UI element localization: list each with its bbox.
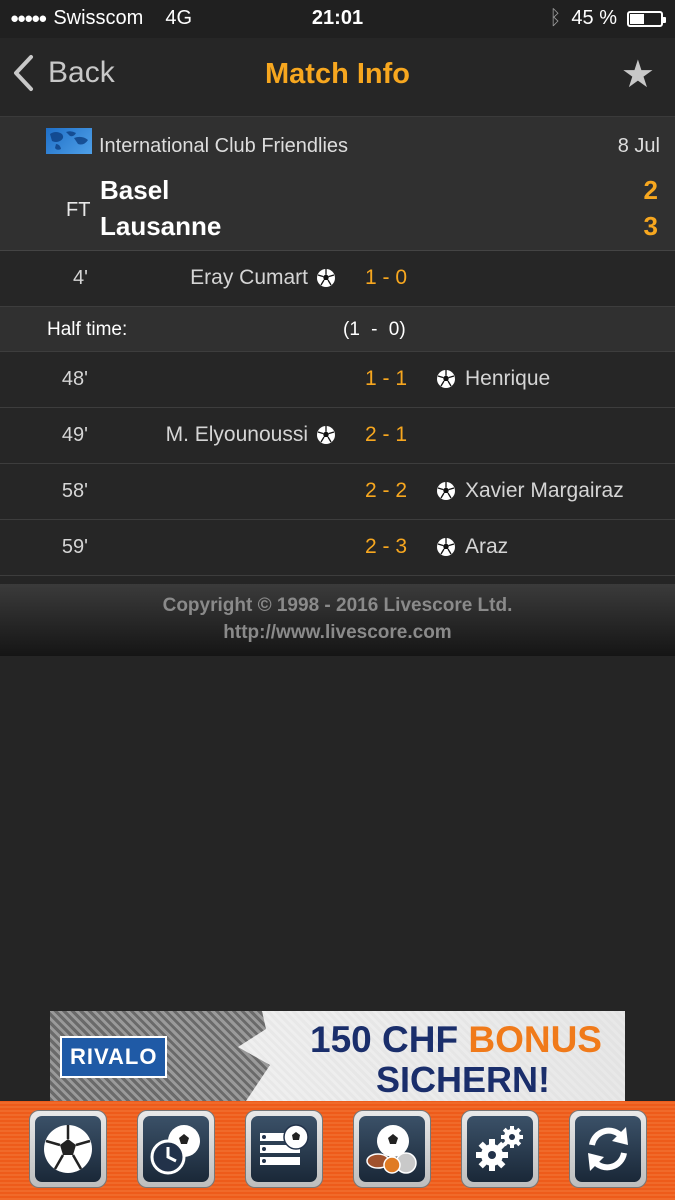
away-scorer: Araz <box>436 535 508 559</box>
event-row: 49' M. Elyounoussi 2 - 1 <box>0 408 675 464</box>
home-team-name: Basel <box>100 175 170 205</box>
ad-bonus-word: BONUS <box>468 1019 602 1060</box>
battery-icon <box>627 10 666 27</box>
ad-call-to-action: SICHERN! <box>376 1059 551 1100</box>
halftime-label: Half time: <box>47 319 128 340</box>
favorite-star-icon[interactable]: ★ <box>621 56 655 94</box>
event-minute: 59' <box>61 536 88 558</box>
match-header: International Club Friendlies 8 Jul FT B… <box>0 117 675 251</box>
running-score: 1 - 1 <box>364 367 408 390</box>
website-link[interactable]: http://www.livescore.com <box>0 622 675 644</box>
event-row: 59' 2 - 3 Araz <box>0 520 675 576</box>
away-scorer: Henrique <box>436 367 550 391</box>
match-date: 8 Jul <box>617 135 660 157</box>
player-name: Henrique <box>465 367 551 390</box>
tab-soccer[interactable] <box>29 1110 107 1188</box>
ad-banner[interactable]: RIVALO 150 CHF BONUS SICHERN! <box>50 1011 625 1101</box>
copyright-footer: Copyright © 1998 - 2016 Livescore Ltd. h… <box>0 584 675 656</box>
soccer-ball-icon <box>317 269 335 287</box>
running-score: 1 - 0 <box>364 266 408 289</box>
home-scorer: M. Elyounoussi <box>166 423 336 447</box>
soccer-ball-icon <box>437 370 455 388</box>
tab-other-sports[interactable] <box>353 1110 431 1188</box>
soccer-list-icon <box>260 1124 309 1165</box>
ad-amount: 150 CHF <box>310 1019 459 1060</box>
away-team-name: Lausanne <box>100 211 222 241</box>
event-minute: 58' <box>61 480 88 502</box>
halftime-row: Half time: (1 - 0) <box>0 307 675 352</box>
event-row: 4' Eray Cumart 1 - 0 <box>0 251 675 307</box>
world-flag-icon <box>46 128 92 154</box>
ad-headline: 150 CHF BONUS <box>310 1019 602 1061</box>
running-score: 2 - 3 <box>364 535 408 558</box>
running-score: 2 - 1 <box>364 423 408 446</box>
settings-gears-icon <box>476 1126 523 1171</box>
away-team-score: 3 <box>643 211 658 241</box>
battery-fill <box>630 13 644 24</box>
event-row: 58' 2 - 2 Xavier Margairaz <box>0 464 675 520</box>
home-scorer: Eray Cumart <box>190 266 336 290</box>
home-team-score: 2 <box>643 175 658 205</box>
tab-settings[interactable] <box>461 1110 539 1188</box>
halftime-score: (1 - 0) <box>343 319 406 340</box>
match-status: FT <box>66 199 91 221</box>
soccer-icon <box>44 1125 92 1173</box>
player-name: Eray Cumart <box>190 266 308 289</box>
refresh-icon <box>588 1127 628 1171</box>
player-name: M. Elyounoussi <box>165 423 308 446</box>
event-minute: 48' <box>61 368 88 390</box>
page-title: Match Info <box>265 58 410 90</box>
status-bar: ●●●●● Swisscom 4G 21:01 ᛒ 45 % <box>0 0 675 38</box>
multi-sports-icon <box>366 1125 417 1174</box>
soccer-ball-icon <box>317 426 335 444</box>
ad-brand-logo: RIVALO <box>60 1036 168 1078</box>
event-minute: 49' <box>61 424 88 446</box>
event-row: 48' 1 - 1 Henrique <box>0 352 675 408</box>
navigation-bar: Back Match Info ★ <box>0 38 675 117</box>
event-minute: 4' <box>73 267 88 289</box>
tab-live-scores[interactable] <box>137 1110 215 1188</box>
away-scorer: Xavier Margairaz <box>436 479 624 503</box>
soccer-ball-icon <box>437 538 455 556</box>
copyright-text: Copyright © 1998 - 2016 Livescore Ltd. <box>162 595 513 616</box>
tab-refresh[interactable] <box>569 1110 647 1188</box>
tab-bar <box>0 1101 675 1200</box>
battery-percent: 45 % <box>571 7 617 29</box>
soccer-ball-icon <box>437 482 455 500</box>
player-name: Araz <box>465 535 509 558</box>
player-name: Xavier Margairaz <box>465 479 624 502</box>
soccer-clock-icon <box>150 1125 200 1175</box>
bluetooth-icon: ᛒ <box>549 7 562 29</box>
competition-name: International Club Friendlies <box>99 135 349 157</box>
tab-competitions[interactable] <box>245 1110 323 1188</box>
running-score: 2 - 2 <box>364 479 408 502</box>
